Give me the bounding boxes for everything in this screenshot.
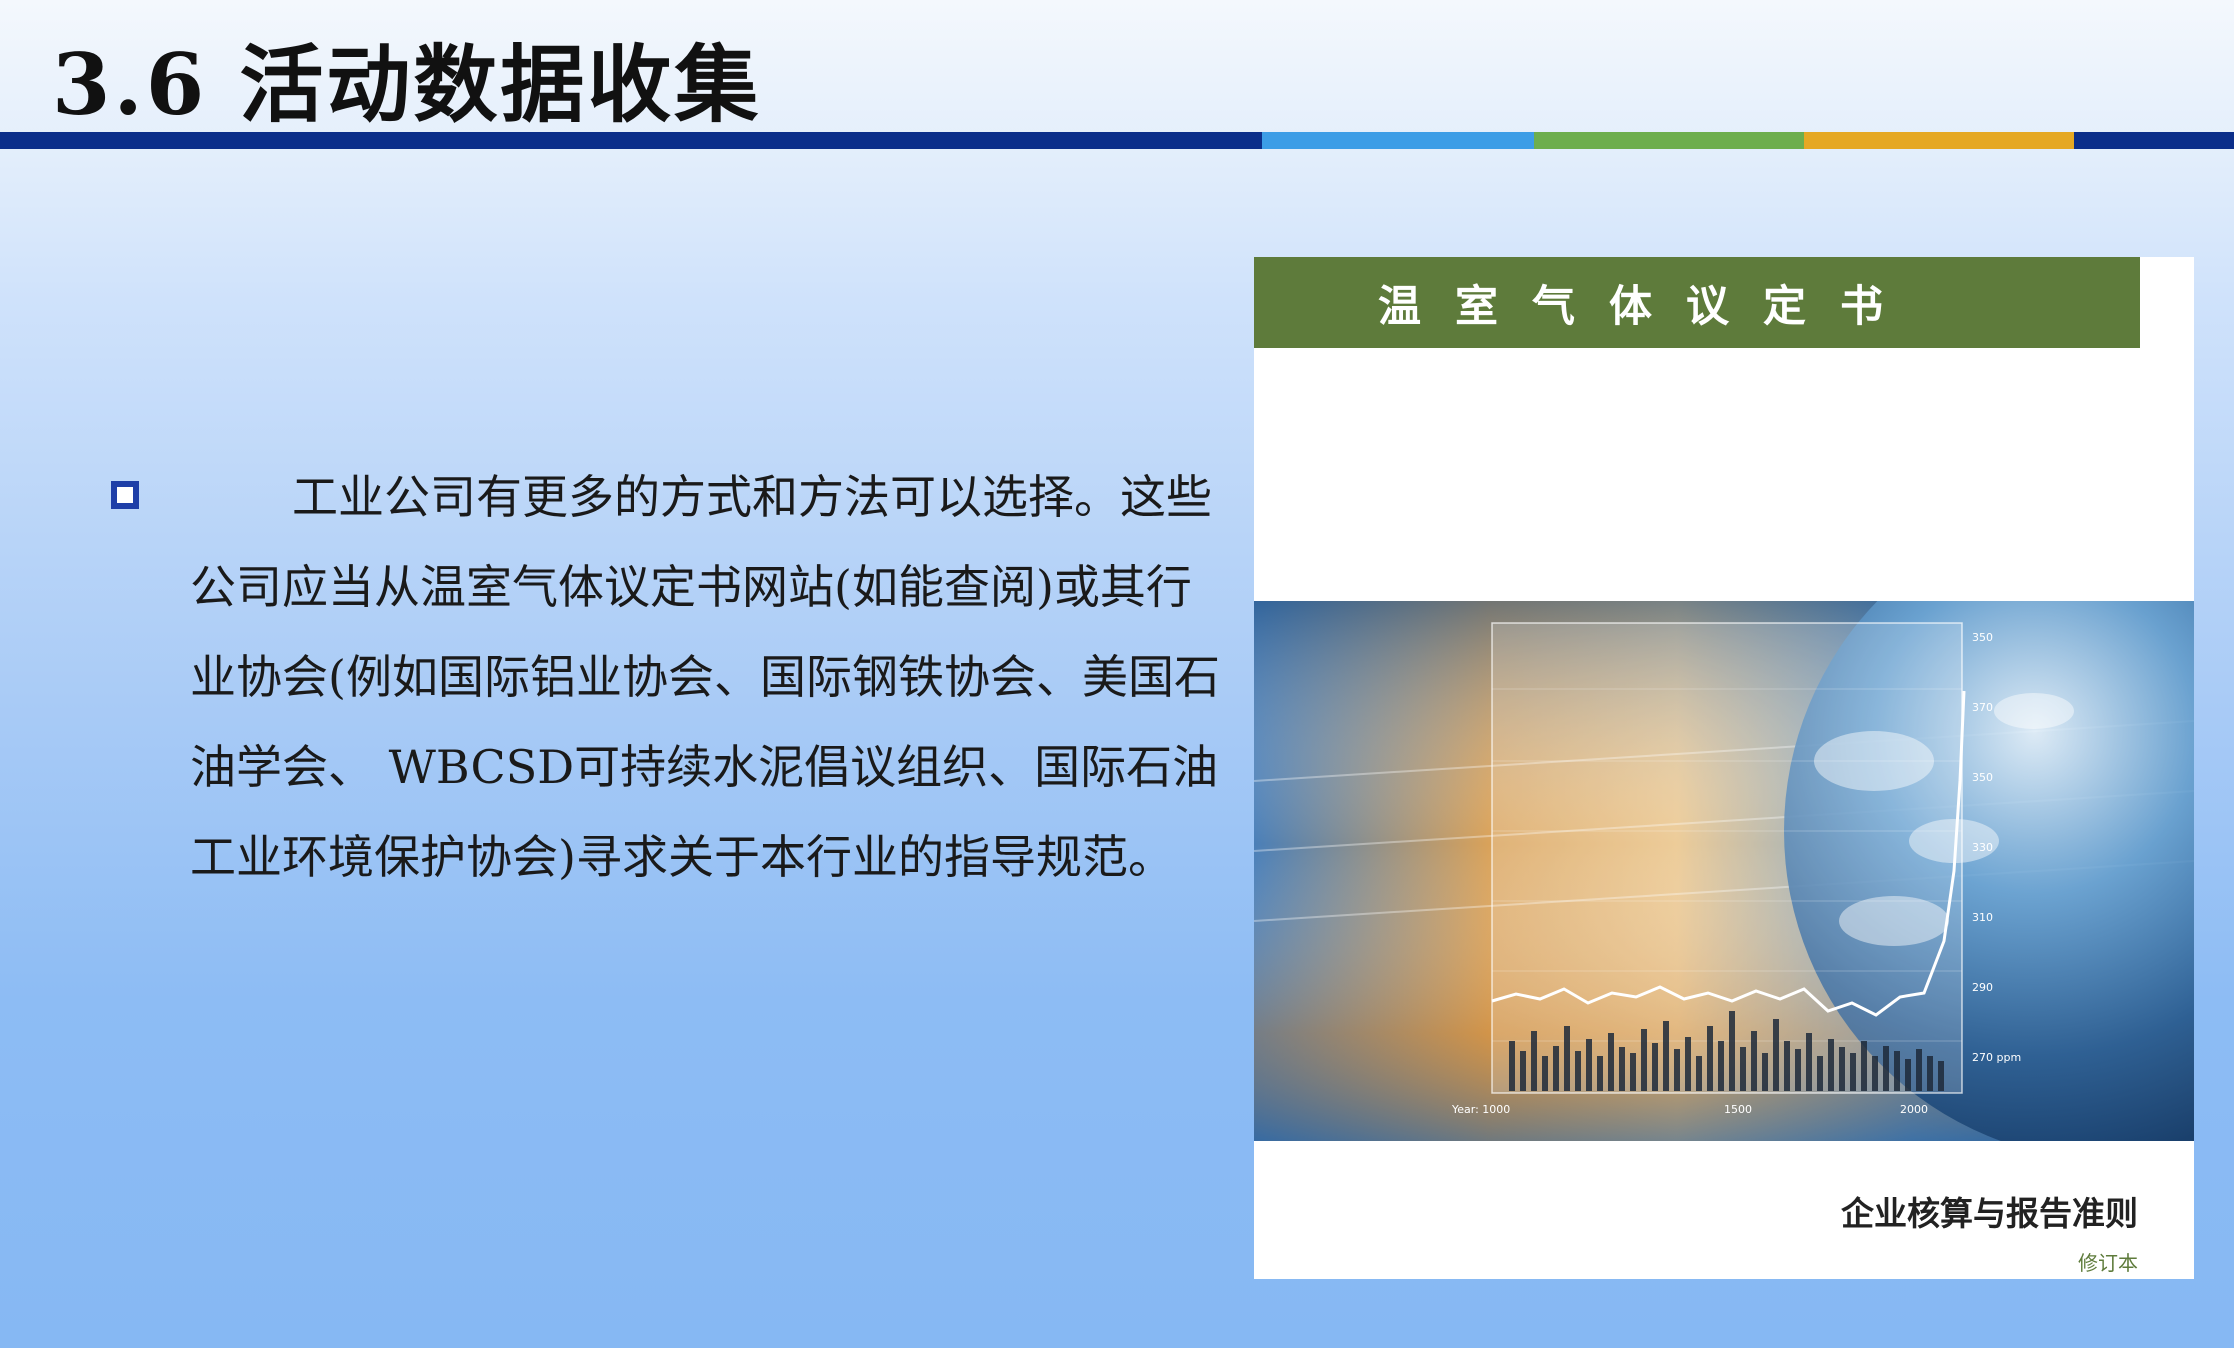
x-axis-tick-label: 2000 bbox=[1900, 1103, 1928, 1116]
accent-stripe-navy-right bbox=[2074, 132, 2234, 149]
title-bar: 3.6 活动数据收集 bbox=[0, 0, 2234, 134]
y-axis-tick-label: 350 bbox=[1972, 771, 1993, 784]
y-axis-tick-label: 310 bbox=[1972, 911, 1993, 924]
y-axis-tick-label: 370 bbox=[1972, 701, 1993, 714]
accent-stripe-orange bbox=[1804, 132, 2074, 149]
accent-stripe-blue bbox=[1262, 132, 1534, 149]
body-paragraph: 工业公司有更多的方式和方法可以选择。这些公司应当从温室气体议定书网站(如能查阅)… bbox=[190, 470, 1220, 884]
x-axis-tick-label: 1500 bbox=[1724, 1103, 1752, 1116]
accent-stripe-green bbox=[1534, 132, 1804, 149]
y-axis-tick-label: 350 bbox=[1972, 631, 1993, 644]
book-title-band: 温室气体议定书 bbox=[1254, 257, 2140, 348]
accent-stripe-navy-left bbox=[0, 132, 1262, 149]
book-cover-image: 温室气体议定书 350 370 350 330 310 290 270 ppm … bbox=[1254, 257, 2194, 1279]
y-axis-tick-label: 330 bbox=[1972, 841, 1993, 854]
book-subtitle: 企业核算与报告准则 bbox=[1841, 1194, 2138, 1233]
hollow-square-bullet-icon bbox=[111, 481, 139, 509]
book-edition-label: 修订本 bbox=[2078, 1251, 2138, 1275]
y-axis-tick-label: 290 bbox=[1972, 981, 1993, 994]
x-axis-tick-label: Year: 1000 bbox=[1451, 1103, 1510, 1116]
globe-and-co2-chart-image: 350 370 350 330 310 290 270 ppm Year: 10… bbox=[1254, 601, 2194, 1141]
slide-title: 3.6 活动数据收集 bbox=[52, 35, 762, 134]
y-axis-tick-label: 270 ppm bbox=[1972, 1051, 2021, 1064]
book-band-title: 温室气体议定书 bbox=[1378, 281, 1917, 332]
